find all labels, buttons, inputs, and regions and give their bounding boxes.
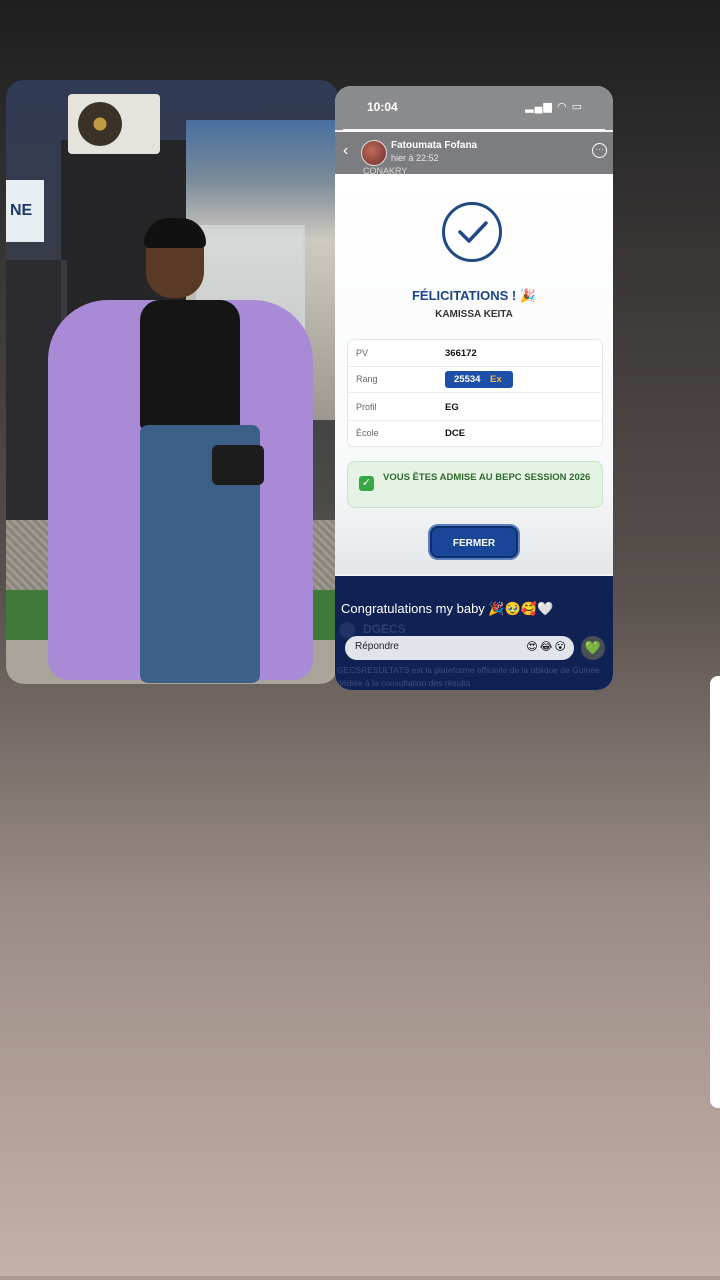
close-button[interactable]: FERMER <box>430 526 518 558</box>
row-value: 366172 <box>445 348 477 359</box>
chevron-left-icon[interactable]: ‹ <box>343 142 348 160</box>
checkbox-icon: ✓ <box>359 476 374 491</box>
story-footer: DGECS Congratulations my baby 🎉🥹🥰🤍 Répon… <box>335 576 613 690</box>
story-progress-bar <box>343 129 605 131</box>
story-header: ‹ Fatoumata Fofana hier à 22:52 ··· CONA… <box>335 132 613 176</box>
rank-value: 25534 <box>454 374 481 385</box>
row-label: École <box>356 428 379 438</box>
reply-input[interactable]: Répondre 😍😂😮 <box>345 636 574 660</box>
status-time: 10:04 <box>367 100 398 114</box>
student-name: KAMISSA KEITA <box>435 309 513 320</box>
quick-reactions[interactable]: 😍😂😮 <box>526 640 568 653</box>
result-card: FÉLICITATIONS ! 🎉 KAMISSA KEITA PV 36617… <box>335 174 613 574</box>
heart-icon[interactable]: 💚 <box>581 636 605 660</box>
row-value: DCE <box>445 428 466 439</box>
row-label: Profil <box>356 402 377 412</box>
reply-placeholder: Répondre <box>355 641 399 652</box>
result-table: PV 366172 Rang 25534 Ex Profil EG École … <box>347 339 603 447</box>
next-panel-edge <box>710 676 720 1108</box>
table-row-ecole: École DCE <box>348 420 602 446</box>
story-timestamp: hier à 22:52 <box>391 153 439 163</box>
ghost-description: GECSRESULTATS est la plateforme officiel… <box>337 665 600 688</box>
row-value: EG <box>445 402 459 413</box>
rank-suffix: Ex <box>490 374 502 385</box>
more-options-icon[interactable]: ··· <box>592 143 607 158</box>
table-row-rang: Rang 25534 Ex <box>348 366 602 393</box>
story-caption: Congratulations my baby 🎉🥹🥰🤍 <box>341 601 554 616</box>
table-row-profil: Profil EG <box>348 394 602 421</box>
story-author[interactable]: Fatoumata Fofana <box>391 140 477 151</box>
congratulations-title: FÉLICITATIONS ! 🎉 <box>411 288 537 303</box>
row-label: Rang <box>356 374 378 384</box>
admission-message: VOUS ÊTES ADMISE AU BEPC SESSION 2026 <box>383 472 591 483</box>
smiling-person <box>48 218 313 684</box>
ghost-brand-text: DGECS <box>363 622 406 636</box>
air-conditioner <box>68 94 160 154</box>
status-bar: 10:04 ▂▄▆ ◠ ▭ <box>335 86 613 131</box>
results-screenshot: 10:04 ▂▄▆ ◠ ▭ ‹ Fatoumata Fofana hier à … <box>335 86 613 690</box>
story-photo: NE <box>6 80 338 684</box>
signal-wifi-battery-icon: ▂▄▆ ◠ ▭ <box>525 101 583 113</box>
check-circle-icon <box>442 202 502 262</box>
avatar[interactable] <box>361 140 387 166</box>
rank-badge: 25534 Ex <box>445 371 513 388</box>
table-row-pv: PV 366172 <box>348 340 602 367</box>
bottom-edge <box>0 1276 720 1280</box>
admission-banner: ✓ VOUS ÊTES ADMISE AU BEPC SESSION 2026 <box>347 461 603 508</box>
building-sign: NE <box>6 180 44 242</box>
row-label: PV <box>356 348 369 358</box>
